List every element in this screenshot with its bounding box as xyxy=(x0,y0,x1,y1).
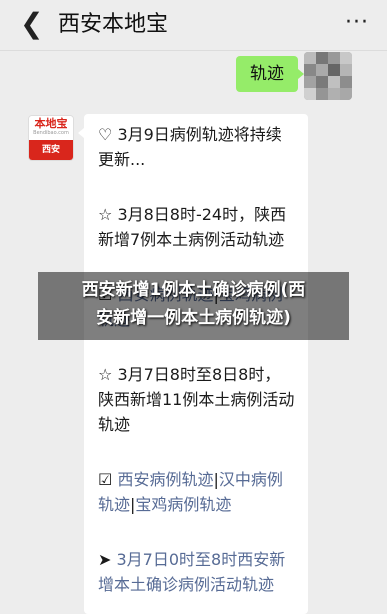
link-baoji-trace[interactable]: 宝鸡病例轨迹 xyxy=(135,495,231,514)
reply-message-bubble: ♡ 3月9日病例轨迹将持续更新... ☆ 3月8日8时-24时，陕西新增7例本土… xyxy=(78,114,308,614)
heart-icon: ♡ xyxy=(98,125,118,144)
bot-avatar-url: Bendibao.com xyxy=(33,130,69,136)
reply-item: ☆ 3月8日8时-24时，陕西新增7例本土病例活动轨迹 xyxy=(98,205,287,249)
reply-item: ➤ 3月7日0时至8时西安新增本土确诊病例活动轨迹 xyxy=(98,547,296,597)
top-bar: ❮ 西安本地宝 ··· xyxy=(0,0,387,51)
chevron-left-icon[interactable]: ❮ xyxy=(20,6,43,42)
reply-item: ☆ 3月7日8时至8日8时，陕西新增11例本土病例活动轨迹 xyxy=(98,365,295,434)
bot-avatar[interactable]: 本地宝 Bendibao.com 西安 xyxy=(28,115,74,161)
bot-avatar-brand: 本地宝 xyxy=(29,116,73,140)
checkbox-icon: ☑ xyxy=(98,470,118,489)
arrow-icon: ➤ xyxy=(98,550,117,569)
star-icon: ☆ xyxy=(98,205,118,224)
link-xian-trace[interactable]: 西安病例轨迹 xyxy=(117,470,213,489)
star-icon: ☆ xyxy=(98,365,118,384)
bot-avatar-city: 西安 xyxy=(29,140,73,160)
caption-text: 西安新增1例本土确诊病例(西 安新增一例本土病例轨迹) xyxy=(81,280,306,328)
ellipsis-icon[interactable]: ··· xyxy=(345,10,369,35)
reply-item: ☑ 西安病例轨迹|汉中病例轨迹|宝鸡病例轨迹 xyxy=(98,470,283,514)
link-xian-new-case-trace[interactable]: 3月7日0时至8时西安新增本土确诊病例活动轨迹 xyxy=(98,550,285,594)
self-avatar[interactable] xyxy=(304,52,352,100)
sent-message-bubble[interactable]: 轨迹 xyxy=(236,56,304,92)
page-title: 西安本地宝 xyxy=(58,12,169,37)
reply-item: ♡ 3月9日病例轨迹将持续更新... xyxy=(98,125,282,169)
